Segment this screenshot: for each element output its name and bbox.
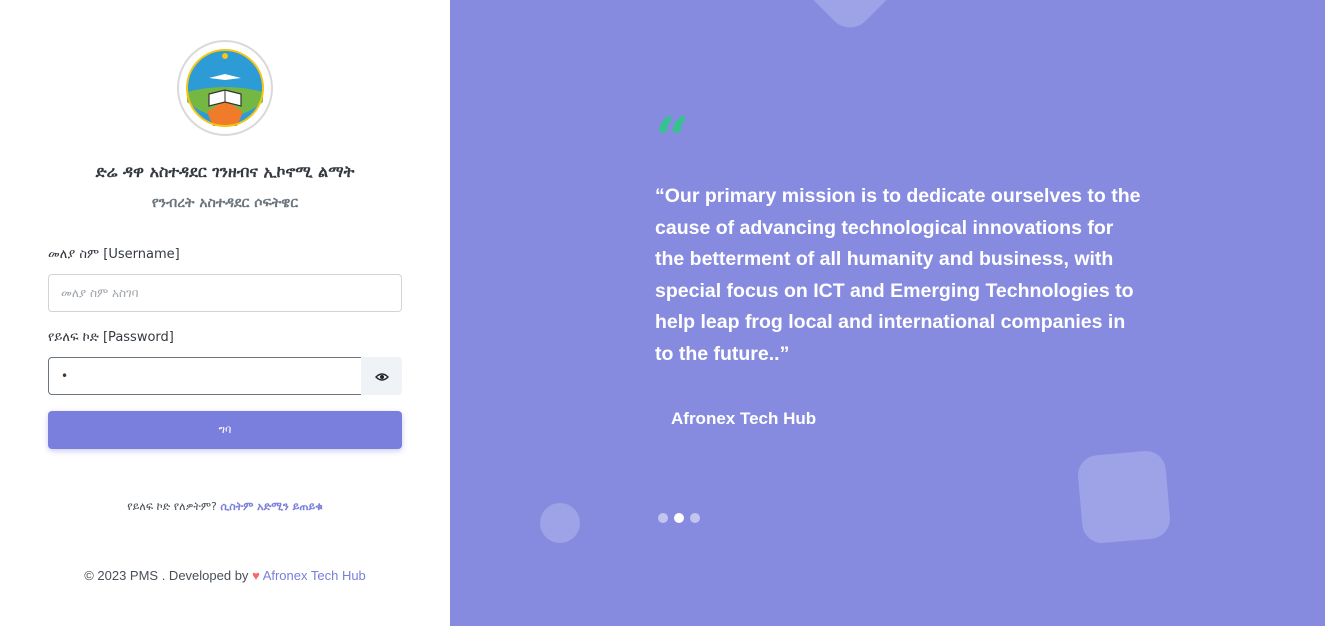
- decorative-shape: [793, 0, 907, 37]
- toggle-password-visibility-button[interactable]: [361, 357, 402, 395]
- contact-admin-link[interactable]: ሲስትም አድሚን ይጠይቁ: [220, 500, 322, 513]
- quote-icon: “: [655, 105, 690, 175]
- password-label: የይለፍ ኮድ [Password]: [48, 330, 174, 345]
- testimonial-panel: “ “Our primary mission is to dedicate ou…: [450, 0, 1325, 626]
- carousel-indicators: [658, 513, 700, 523]
- login-page: ድሬ ዳዋ አስተዳደር ገንዘብና ኢኮኖሚ ልማት የንብረት አስተዳደር…: [0, 0, 1325, 626]
- copyright-text: © 2023 PMS . Developed by: [84, 568, 249, 583]
- testimonial-text: “Our primary mission is to dedicate ours…: [655, 185, 1141, 365]
- eye-icon: [374, 367, 389, 386]
- carousel-indicator-1[interactable]: [658, 513, 668, 523]
- decorative-square: [1076, 449, 1172, 545]
- footer: © 2023 PMS . Developed by ♥ Afronex Tech…: [0, 568, 450, 583]
- username-input[interactable]: [48, 274, 402, 312]
- password-input[interactable]: [48, 357, 362, 395]
- testimonial-author: Afronex Tech Hub: [671, 409, 817, 428]
- carousel-indicator-3[interactable]: [690, 513, 700, 523]
- organization-title: ድሬ ዳዋ አስተዳደር ገንዘብና ኢኮኖሚ ልማት: [95, 162, 355, 181]
- login-panel: ድሬ ዳዋ አስተዳደር ገንዘብና ኢኮኖሚ ልማት የንብረት አስተዳደር…: [0, 0, 450, 626]
- software-subtitle: የንብረት አስተዳደር ሶፍትዌር: [151, 195, 299, 211]
- decorative-circle: [540, 503, 580, 543]
- login-button[interactable]: ግባ: [48, 411, 402, 449]
- organization-logo: [177, 40, 273, 136]
- forgot-password-text: የይለፍ ኮድ የለዎትም?: [127, 500, 217, 513]
- carousel-indicator-2[interactable]: [674, 513, 684, 523]
- developer-link[interactable]: Afronex Tech Hub: [263, 568, 366, 583]
- heart-icon: ♥: [252, 568, 260, 583]
- username-label: መለያ ስም [Username]: [48, 247, 180, 262]
- forgot-password-prompt: የይለፍ ኮድ የለዎትም? ሲስትም አድሚን ይጠይቁ: [0, 500, 450, 514]
